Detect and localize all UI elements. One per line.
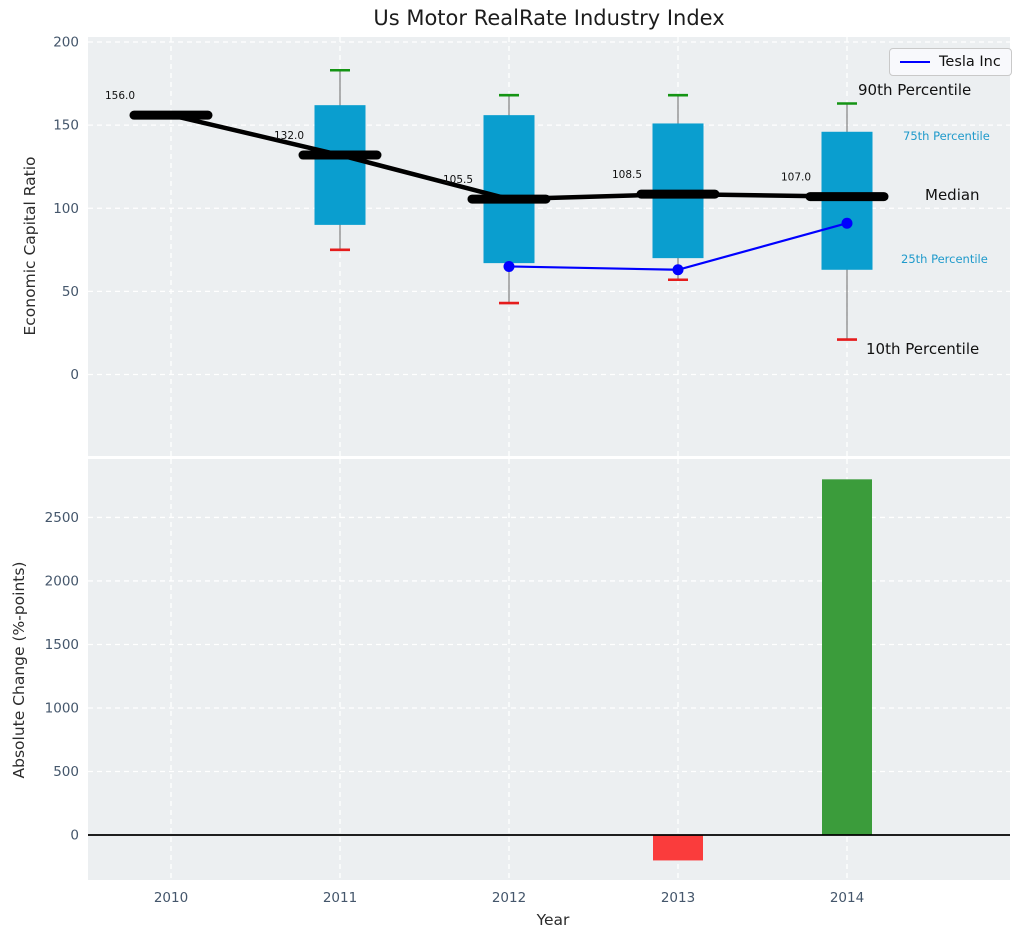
top-ytick-200: 200	[53, 34, 79, 50]
annotation-10th-percentile: 10th Percentile	[866, 340, 979, 358]
percentile-box-2012	[484, 115, 535, 263]
xtick-2014: 2014	[830, 890, 864, 906]
median-value-label-2011: 132.0	[274, 130, 304, 142]
median-value-label-2012: 105.5	[443, 174, 473, 186]
bottom-ytick-500: 500	[53, 764, 79, 780]
xtick-2013: 2013	[661, 890, 695, 906]
median-value-label-2010: 156.0	[105, 90, 135, 102]
tesla-point-2012	[504, 261, 515, 272]
annotation-90th-percentile: 90th Percentile	[858, 81, 971, 99]
bottom-ytick-1500: 1500	[45, 637, 79, 653]
xtick-2012: 2012	[492, 890, 526, 906]
bottom-ytick-2000: 2000	[45, 573, 79, 589]
bottom-ytick-1000: 1000	[45, 700, 79, 716]
legend-label: Tesla Inc	[939, 54, 1001, 70]
bottom-y-axis-label: Absolute Change (%-points)	[10, 562, 28, 779]
legend: Tesla Inc	[889, 48, 1012, 76]
bottom-ytick-0: 0	[70, 828, 79, 844]
change-bar-2014	[822, 479, 872, 835]
xtick-2011: 2011	[323, 890, 357, 906]
charts-canvas: 0501001502000500100015002000250020102011…	[0, 0, 1026, 942]
xtick-2010: 2010	[154, 890, 188, 906]
change-bar-2013	[653, 835, 703, 860]
median-value-label-2014: 107.0	[781, 172, 811, 184]
top-ytick-50: 50	[62, 284, 79, 300]
percentile-box-2011	[315, 105, 366, 225]
x-axis-label: Year	[537, 911, 570, 929]
annotation-75th-percentile: 75th Percentile	[903, 129, 990, 143]
tesla-point-2013	[673, 264, 684, 275]
annotation-25th-percentile: 25th Percentile	[901, 252, 988, 266]
legend-line-swatch	[900, 61, 930, 63]
industry-index-figure: 0501001502000500100015002000250020102011…	[0, 0, 1026, 942]
bottom-ytick-2500: 2500	[45, 510, 79, 526]
top-y-axis-label: Economic Capital Ratio	[21, 156, 39, 335]
chart-title: Us Motor RealRate Industry Index	[88, 6, 1010, 30]
top-ytick-100: 100	[53, 201, 79, 217]
annotation-median: Median	[925, 186, 980, 204]
tesla-point-2014	[842, 218, 853, 229]
top-ytick-0: 0	[70, 367, 79, 383]
top-ytick-150: 150	[53, 118, 79, 134]
median-value-label-2013: 108.5	[612, 169, 642, 181]
